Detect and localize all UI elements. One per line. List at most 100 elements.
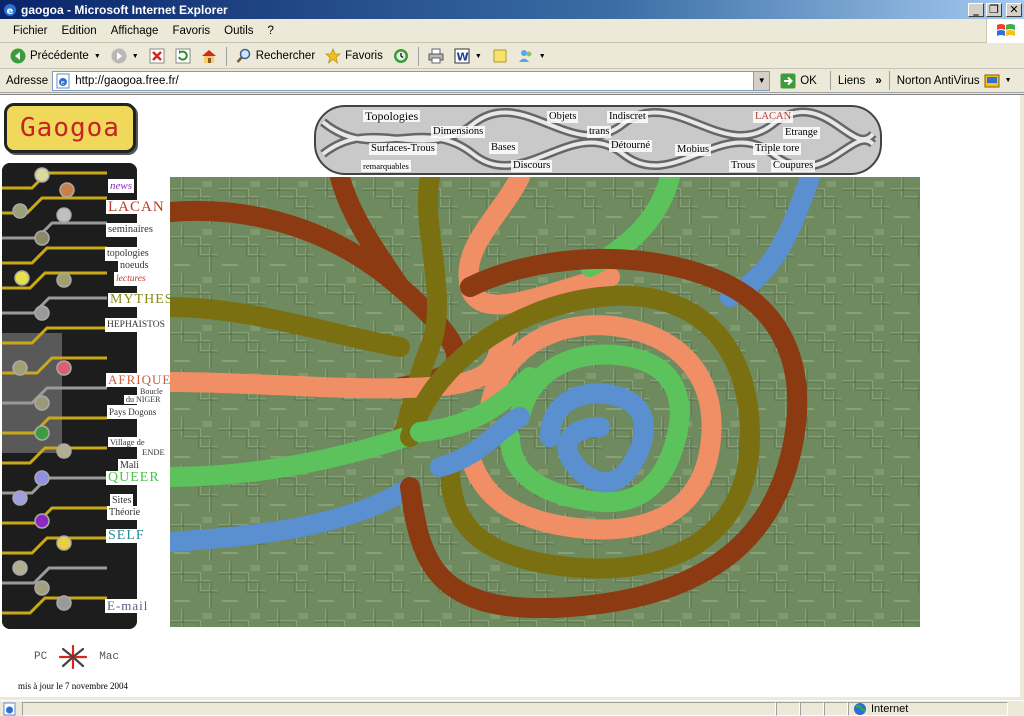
braid-link-dimensions[interactable]: Dimensions xyxy=(431,126,486,138)
braid-link-topologies[interactable]: Topologies xyxy=(363,110,421,122)
address-input[interactable]: e http://gaogoa.free.fr/ ▼ xyxy=(52,70,771,91)
go-arrow-icon xyxy=(780,73,796,88)
address-label: Adresse xyxy=(6,74,49,87)
nav-link-ende[interactable]: ENDE xyxy=(140,447,167,457)
knot-artwork xyxy=(160,167,920,627)
refresh-icon xyxy=(175,48,191,64)
menu-bar: Fichier Edition Affichage Favoris Outils… xyxy=(0,19,1024,43)
menu-affichage[interactable]: Affichage xyxy=(104,23,166,39)
restore-button[interactable]: ❐ xyxy=(986,2,1002,17)
last-updated-text: mis à jour le 7 novembre 2004 xyxy=(18,681,128,691)
nav-link-theorie[interactable]: Théorie xyxy=(107,506,143,520)
note-icon xyxy=(493,49,507,63)
braid-link-lacan[interactable]: LACAN xyxy=(753,111,794,123)
forward-button[interactable]: ▼ xyxy=(107,46,143,66)
star-icon xyxy=(325,48,342,64)
braid-link-triple-tore[interactable]: Triple tore xyxy=(753,143,802,155)
print-button[interactable] xyxy=(424,46,448,66)
braid-link-discours[interactable]: Discours xyxy=(511,160,553,172)
braid-link-remarquables[interactable]: remarquables xyxy=(361,160,411,172)
braid-link-bases[interactable]: Bases xyxy=(489,142,518,154)
braid-link-detourne[interactable]: Détourné xyxy=(609,140,653,152)
nav-link-self[interactable]: SELF xyxy=(106,529,147,543)
gaogoa-logo[interactable]: Gaogoa xyxy=(4,103,136,153)
window-title: gaogoa - Microsoft Internet Explorer xyxy=(21,2,228,17)
stop-icon xyxy=(149,48,165,64)
home-icon xyxy=(201,50,216,63)
messenger-dropdown-icon[interactable]: ▼ xyxy=(539,53,546,60)
nav-link-lectures[interactable]: lectures xyxy=(114,272,148,286)
braid-link-surfaces-trous[interactable]: Surfaces-Trous xyxy=(369,143,437,155)
os-link-pc[interactable]: PC xyxy=(34,651,47,663)
nav-link-du-niger[interactable]: du NIGER xyxy=(124,395,163,404)
status-cell xyxy=(824,701,848,716)
edit-dropdown-icon[interactable]: ▼ xyxy=(475,53,482,60)
windows-logo-icon xyxy=(986,19,1024,43)
braid-link-objets[interactable]: Objets xyxy=(547,111,579,123)
nav-link-news[interactable]: news xyxy=(108,179,134,193)
braid-link-etrange[interactable]: Etrange xyxy=(783,127,820,139)
svg-text:e: e xyxy=(61,78,65,86)
messenger-icon xyxy=(518,50,532,62)
nav-link-email[interactable]: E-mail xyxy=(105,599,151,613)
braid-link-coupures[interactable]: Coupures xyxy=(771,160,816,172)
menu-edition[interactable]: Edition xyxy=(55,23,104,39)
braid-link-trous[interactable]: Trous xyxy=(729,160,758,172)
nav-link-hephaistos[interactable]: HEPHAISTOS xyxy=(105,318,167,332)
forward-dropdown-icon[interactable]: ▼ xyxy=(132,53,139,60)
toolbar: Précédente ▼ ▼ Rechercher Favoris W ▼ ▼ xyxy=(0,44,1024,69)
home-button[interactable] xyxy=(197,46,221,66)
go-button[interactable]: OK xyxy=(774,73,823,89)
braid-link-trans[interactable]: trans xyxy=(587,126,612,138)
os-selector: PC Mac xyxy=(34,645,119,669)
history-button[interactable] xyxy=(389,46,413,66)
nav-link-noeuds[interactable]: noeuds xyxy=(118,259,151,273)
page-status-icon xyxy=(3,702,16,715)
close-button[interactable]: ✕ xyxy=(1006,2,1022,17)
menu-favoris[interactable]: Favoris xyxy=(165,23,217,39)
nav-link-queer[interactable]: QUEER xyxy=(106,471,162,485)
nav-link-mythes[interactable]: MYTHES xyxy=(108,293,176,307)
status-message xyxy=(22,701,776,716)
antivirus-label[interactable]: Norton AntiVirus xyxy=(897,75,980,87)
go-label: OK xyxy=(800,74,817,87)
back-dropdown-icon[interactable]: ▼ xyxy=(94,53,101,60)
nav-link-afrique[interactable]: AFRIQUE xyxy=(106,373,174,387)
back-arrow-icon xyxy=(10,48,26,64)
favorites-button[interactable]: Favoris xyxy=(321,46,387,66)
antivirus-dropdown-icon[interactable]: ▼ xyxy=(1005,77,1012,84)
forward-arrow-icon xyxy=(111,48,127,64)
norton-icon[interactable] xyxy=(984,73,1000,89)
stop-button[interactable] xyxy=(145,46,169,66)
notes-button[interactable] xyxy=(488,46,512,66)
back-button[interactable]: Précédente ▼ xyxy=(6,46,105,66)
edit-button[interactable]: W ▼ xyxy=(450,46,486,66)
braid-link-mobius[interactable]: Mobius xyxy=(675,144,712,156)
status-cell xyxy=(800,701,824,716)
nav-link-village-de[interactable]: Village de xyxy=(108,437,147,447)
search-button[interactable]: Rechercher xyxy=(232,46,319,66)
braid-link-indiscret[interactable]: Indiscret xyxy=(607,111,648,123)
toolbar-separator xyxy=(225,46,227,66)
content-edge xyxy=(1020,95,1024,697)
links-more-icon[interactable]: » xyxy=(875,75,881,87)
logo-text: Gaogoa xyxy=(20,113,120,143)
back-label: Précédente xyxy=(30,50,89,62)
window-title-bar: e gaogoa - Microsoft Internet Explorer _… xyxy=(0,0,1024,19)
address-separator xyxy=(829,71,831,90)
ie-icon: e xyxy=(3,3,17,17)
nav-link-pays-dogons[interactable]: Pays Dogons xyxy=(107,405,159,419)
links-label[interactable]: Liens xyxy=(838,75,866,87)
messenger-button[interactable]: ▼ xyxy=(514,46,550,66)
os-link-mac[interactable]: Mac xyxy=(99,651,119,663)
menu-help[interactable]: ? xyxy=(261,23,281,39)
address-dropdown-icon[interactable]: ▼ xyxy=(753,71,770,90)
minimize-button[interactable]: _ xyxy=(968,2,984,17)
nav-link-lacan[interactable]: LACAN xyxy=(106,200,167,215)
menu-fichier[interactable]: Fichier xyxy=(6,23,55,39)
printer-icon xyxy=(428,48,444,64)
menu-outils[interactable]: Outils xyxy=(217,23,260,39)
starburst-icon xyxy=(59,645,88,669)
nav-link-seminaires[interactable]: seminaires xyxy=(106,223,155,237)
refresh-button[interactable] xyxy=(171,46,195,66)
